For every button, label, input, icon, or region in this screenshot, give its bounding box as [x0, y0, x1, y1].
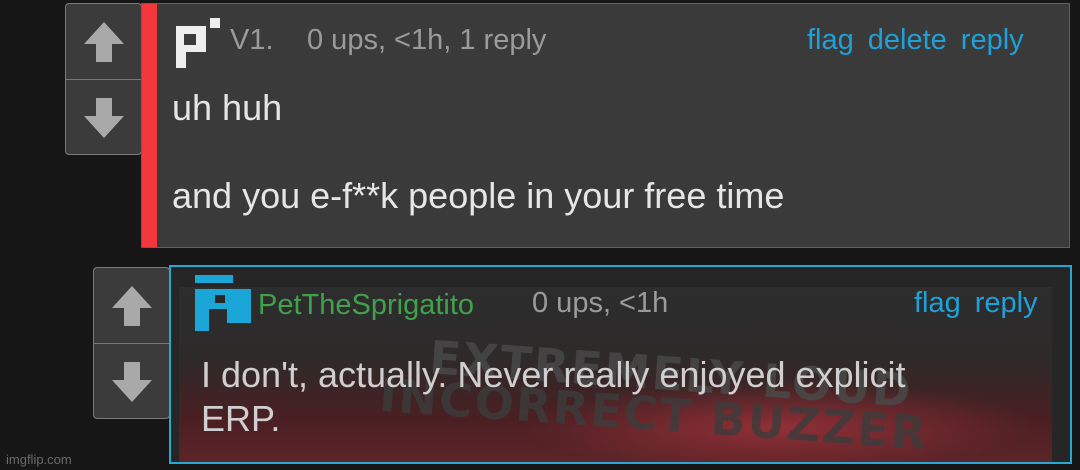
comment-actions: flag delete reply — [807, 24, 1024, 57]
comment-body: I don't, actually. Never really enjoyed … — [201, 354, 906, 439]
arrow-down-icon — [111, 361, 152, 402]
reply-comment-card: EXTREMELY LOUD INCORRECT BUZZER PetTheSp… — [169, 265, 1072, 464]
reply-link[interactable]: reply — [975, 287, 1038, 320]
downvote-button[interactable] — [94, 344, 169, 418]
vote-box-2 — [93, 267, 170, 419]
comment-meta: 0 ups, <1h — [532, 287, 669, 319]
comment-username[interactable]: PetTheSprigatito — [258, 289, 474, 322]
downvote-button[interactable] — [66, 80, 141, 154]
user-avatar — [195, 275, 251, 331]
flag-link[interactable]: flag — [807, 24, 854, 57]
comment-meta: 0 ups, <1h, 1 reply — [307, 24, 547, 56]
arrow-up-icon — [111, 285, 152, 326]
comment-accent-bar — [142, 4, 157, 247]
delete-link[interactable]: delete — [868, 24, 947, 57]
comment-body: uh huh and you e-f**k people in your fre… — [172, 87, 785, 216]
upvote-button[interactable] — [94, 268, 169, 344]
comment-card: V1. 0 ups, <1h, 1 reply flag delete repl… — [141, 3, 1070, 248]
arrow-down-icon — [83, 97, 124, 138]
user-avatar — [176, 18, 220, 68]
watermark: imgflip.com — [6, 452, 72, 467]
flag-link[interactable]: flag — [914, 287, 961, 320]
vote-box-1 — [65, 3, 142, 155]
comment-actions: flag reply — [914, 287, 1038, 320]
arrow-up-icon — [83, 21, 124, 62]
comment-username[interactable]: V1. — [230, 24, 274, 57]
reply-link[interactable]: reply — [961, 24, 1024, 57]
upvote-button[interactable] — [66, 4, 141, 80]
